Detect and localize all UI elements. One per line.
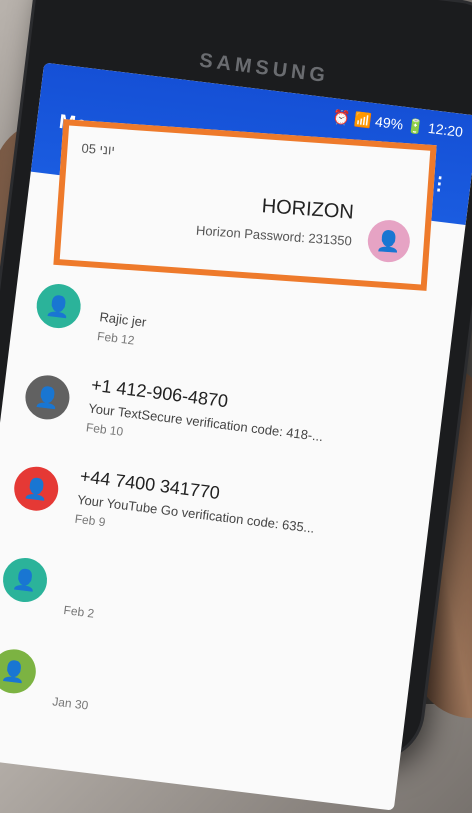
message-sender: [56, 649, 64, 670]
message-date: Feb 12: [96, 329, 136, 348]
message-snippet: [54, 674, 59, 689]
person-icon: 👤: [366, 218, 412, 264]
person-icon: 👤: [0, 555, 50, 605]
message-sender: [68, 557, 76, 578]
message-date: Feb 10: [85, 420, 125, 439]
person-icon: 👤: [11, 464, 61, 514]
message-snippet: Horizon Password: 231350: [195, 222, 353, 249]
status-bar: ⏰ 📶 49% 🔋 12:20: [331, 108, 464, 140]
highlighted-message-row[interactable]: 05 יוני HORIZON Horizon Password: 231350…: [53, 119, 437, 291]
message-date: Feb 2: [62, 602, 95, 621]
message-snippet: [65, 583, 70, 598]
message-date: 05 יוני: [81, 140, 116, 158]
message-date: Feb 9: [74, 511, 107, 530]
phone-body: SAMSUNG ⏰ 📶 49% 🔋 12:20 Messages 🔍 ⋮ 👤 R…: [0, 0, 472, 811]
message-snippet: Rajic jer: [98, 309, 148, 330]
message-sender: HORIZON: [260, 195, 355, 224]
person-icon: 👤: [22, 372, 72, 422]
person-icon: 👤: [0, 646, 39, 696]
message-sender: [101, 283, 109, 304]
message-date: Jan 30: [51, 694, 90, 713]
person-icon: 👤: [34, 281, 84, 331]
